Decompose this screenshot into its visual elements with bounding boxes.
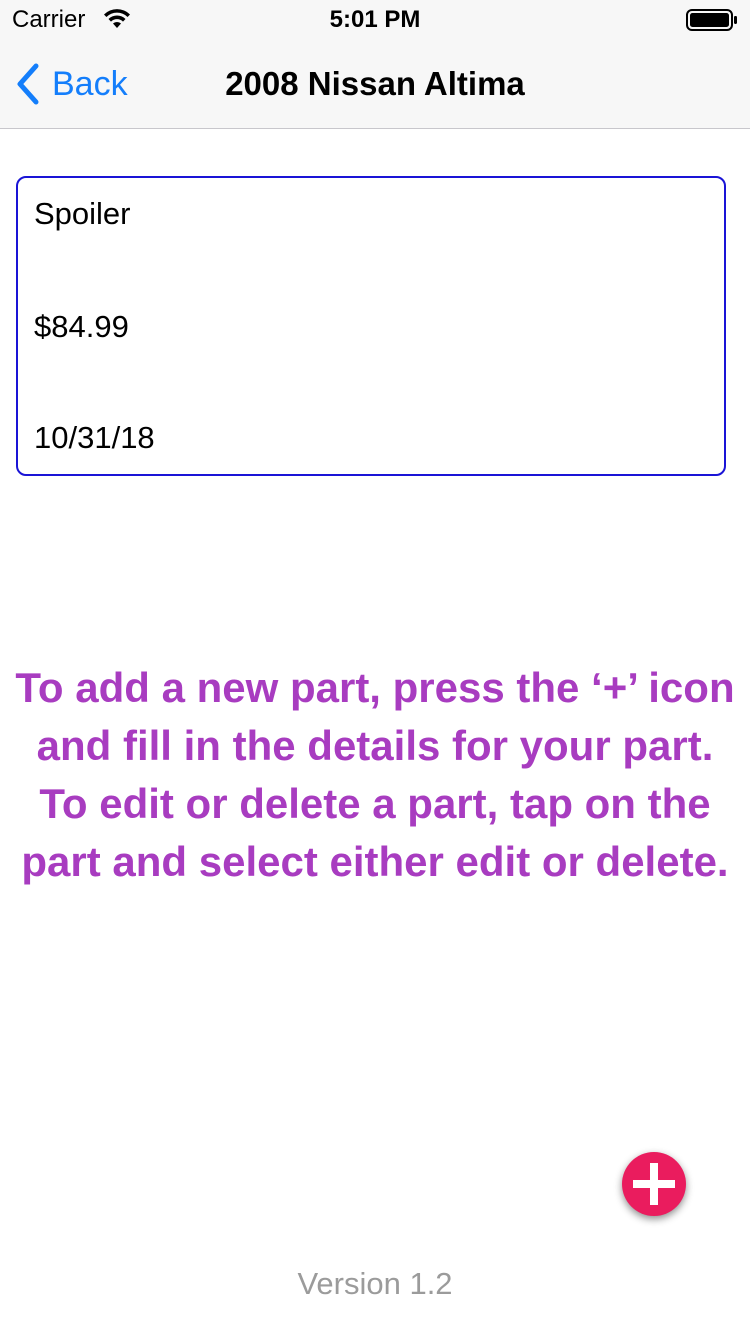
status-bar: Carrier 5:01 PM — [0, 0, 750, 40]
page-title: 2008 Nissan Altima — [225, 65, 525, 102]
battery-icon — [686, 9, 737, 31]
clock: 5:01 PM — [329, 6, 421, 33]
add-part-button[interactable] — [622, 1152, 686, 1216]
part-date: 10/31/18 — [34, 420, 155, 455]
part-card[interactable]: Spoiler $84.99 10/31/18 — [16, 176, 726, 476]
version-label: Version 1.2 — [297, 1266, 453, 1301]
instructions-text: To add a new part, press the ‘+’ icon an… — [15, 664, 735, 885]
navigation-bar: Back 2008 Nissan Altima — [0, 40, 750, 129]
plus-icon — [633, 1163, 675, 1205]
part-name: Spoiler — [34, 196, 131, 231]
part-price: $84.99 — [34, 309, 129, 344]
